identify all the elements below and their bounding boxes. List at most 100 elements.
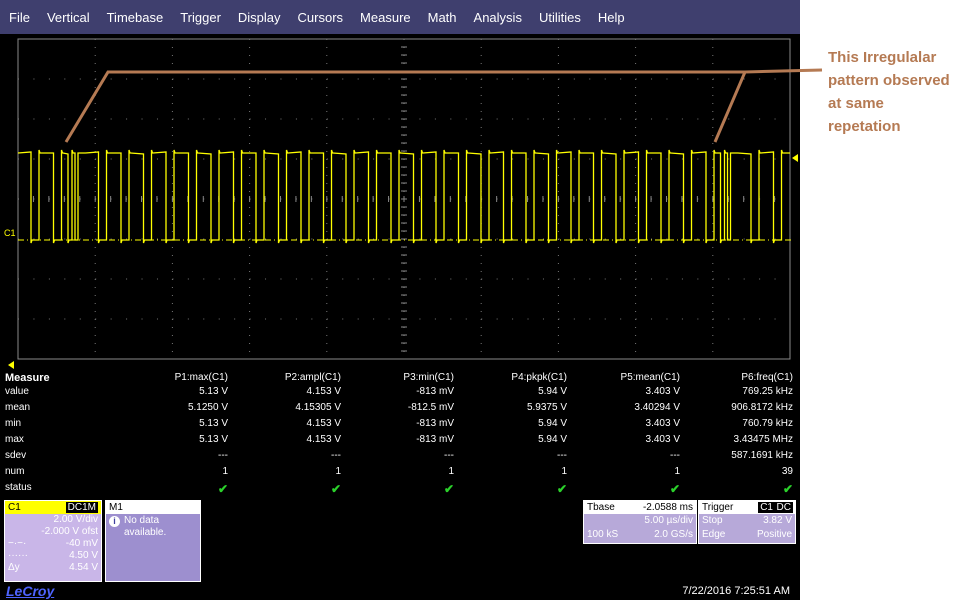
channel-marker: C1 — [4, 228, 16, 238]
trigger-mode: Stop — [702, 515, 723, 526]
trigger-coupling: DC — [774, 502, 793, 513]
status-check-icon: ✔ — [556, 482, 567, 496]
waveform-grid[interactable]: C1 — [0, 34, 800, 370]
status-check-icon: ✔ — [330, 482, 341, 496]
menu-utilities[interactable]: Utilities — [530, 10, 589, 25]
measure-cell: 5.9375 V — [526, 402, 567, 413]
m1-message-line2: available. — [124, 527, 167, 538]
m1-memory-panel[interactable]: M1 i No data available. — [105, 500, 201, 582]
waveform-svg: C1 — [4, 38, 798, 369]
measure-row-label: num — [5, 466, 25, 477]
c1-channel-panel[interactable]: C1 DC1M 2.00 V/div -2.000 V ofst −·−· -40… — [4, 500, 102, 582]
m1-message-line1: No data — [124, 515, 160, 526]
delta-y-value: 4.54 V — [69, 562, 98, 573]
timebase-rate: 2.0 GS/s — [654, 529, 693, 540]
measure-row: min 5.13 V 4.153 V -813 mV 5.94 V 3.403 V 760.… — [0, 418, 800, 434]
timebase-tdiv: 5.00 µs/div — [644, 515, 693, 526]
menu-analysis[interactable]: Analysis — [465, 10, 530, 25]
measure-column-header: P2:ampl(C1) — [284, 372, 341, 383]
measure-cell: 3.403 V — [645, 434, 680, 445]
measure-cell: 1 — [335, 466, 341, 477]
cursor1-value: -40 mV — [65, 538, 98, 549]
timebase-label: Tbase — [587, 502, 615, 513]
measure-cell: 5.13 V — [199, 418, 228, 429]
info-icon: i — [109, 516, 120, 527]
m1-name: M1 — [106, 501, 200, 514]
measure-column-header: P5:mean(C1) — [620, 372, 680, 383]
measure-cell: 1 — [222, 466, 228, 477]
status-check-icon: ✔ — [443, 482, 454, 496]
annotation-line: repetation — [828, 118, 901, 135]
trigger-source: C1 — [758, 502, 775, 513]
measure-cell: 769.25 kHz — [742, 386, 793, 397]
measure-cell: --- — [218, 450, 228, 461]
measure-row: mean 5.1250 V 4.15305 V -812.5 mV 5.9375 V 3.… — [0, 402, 800, 418]
measure-cell: 4.15305 V — [295, 402, 341, 413]
trigger-panel[interactable]: Trigger C1 DC Stop 3.82 V Edge Positive — [698, 500, 796, 544]
delta-y-symbol: Δy — [8, 562, 20, 573]
measure-cell: 587.1691 kHz — [731, 450, 793, 461]
measure-column-header: P4:pkpk(C1) — [511, 372, 567, 383]
menu-help[interactable]: Help — [589, 10, 633, 25]
measure-cell: -813 mV — [416, 434, 454, 445]
lecroy-logo: LeCroy — [6, 583, 55, 599]
measure-row-label: value — [5, 386, 29, 397]
measure-cell: 4.153 V — [306, 386, 341, 397]
menu-display[interactable]: Display — [229, 10, 289, 25]
measure-cell: -813 mV — [416, 386, 454, 397]
menu-timebase[interactable]: Timebase — [98, 10, 172, 25]
measure-cell: 906.8172 kHz — [731, 402, 793, 413]
status-check-icon: ✔ — [669, 482, 680, 496]
trigger-type: Edge — [702, 529, 726, 540]
measure-cell: 1 — [561, 466, 567, 477]
grid-lines — [17, 38, 791, 360]
measure-cell: 5.94 V — [538, 434, 567, 445]
menu-trigger[interactable]: Trigger — [171, 10, 229, 25]
trigger-level-marker — [792, 154, 798, 162]
measure-row-label: min — [5, 418, 22, 429]
measure-title: Measure — [5, 372, 50, 384]
measure-row: value 5.13 V 4.153 V -813 mV 5.94 V 3.403 V 76… — [0, 386, 800, 402]
menu-file[interactable]: File — [0, 10, 38, 25]
menu-vertical[interactable]: Vertical — [38, 10, 98, 25]
measure-column-header: P1:max(C1) — [174, 372, 228, 383]
c1-vdiv: 2.00 V/div — [53, 514, 98, 525]
measure-row: status ✔ ✔ ✔ ✔ ✔ ✔ — [0, 482, 800, 498]
measure-cell: --- — [444, 450, 454, 461]
timebase-samples: 100 kS — [587, 529, 619, 540]
measure-cell: 4.153 V — [306, 434, 341, 445]
timebase-panel[interactable]: Tbase -2.0588 ms 5.00 µs/div 100 kS 2.0 G… — [583, 500, 697, 544]
trigger-position-marker — [8, 361, 14, 369]
measure-cell: 4.153 V — [306, 418, 341, 429]
measure-row-label: status — [5, 482, 32, 493]
measure-cell: --- — [331, 450, 341, 461]
cursor2-symbol: ······ — [8, 550, 28, 561]
date-time: 7/22/2016 7:25:51 AM — [682, 585, 790, 597]
c1-offset: -2.000 V ofst — [41, 526, 98, 537]
measure-column-header: P3:min(C1) — [403, 372, 454, 383]
annotation-text: This Irregulalar pattern observed at sam… — [828, 46, 966, 138]
trigger-slope: Positive — [756, 529, 792, 540]
timebase-delay: -2.0588 ms — [642, 502, 693, 513]
measure-cell: 3.403 V — [645, 386, 680, 397]
measure-row: num 1 1 1 1 1 39 — [0, 466, 800, 482]
menu-bar: File Vertical Timebase Trigger Display C… — [0, 0, 800, 34]
measure-cell: 3.43475 MHz — [733, 434, 793, 445]
measure-cell: 5.94 V — [538, 386, 567, 397]
trigger-level: 3.82 V — [763, 515, 792, 526]
status-check-icon: ✔ — [782, 482, 793, 496]
measure-cell: -813 mV — [416, 418, 454, 429]
oscilloscope-screen: File Vertical Timebase Trigger Display C… — [0, 0, 800, 600]
measure-cell: --- — [557, 450, 567, 461]
annotation-line: pattern observed — [828, 72, 950, 89]
cursor2-value: 4.50 V — [69, 550, 98, 561]
measure-cell: -812.5 mV — [407, 402, 454, 413]
menu-math[interactable]: Math — [419, 10, 465, 25]
measure-cell: 760.79 kHz — [742, 418, 793, 429]
menu-measure[interactable]: Measure — [351, 10, 419, 25]
status-check-icon: ✔ — [217, 482, 228, 496]
c1-coupling-badge: DC1M — [65, 502, 98, 513]
menu-cursors[interactable]: Cursors — [289, 10, 352, 25]
measure-cell: 39 — [781, 466, 793, 477]
measure-cell: 5.13 V — [199, 386, 228, 397]
